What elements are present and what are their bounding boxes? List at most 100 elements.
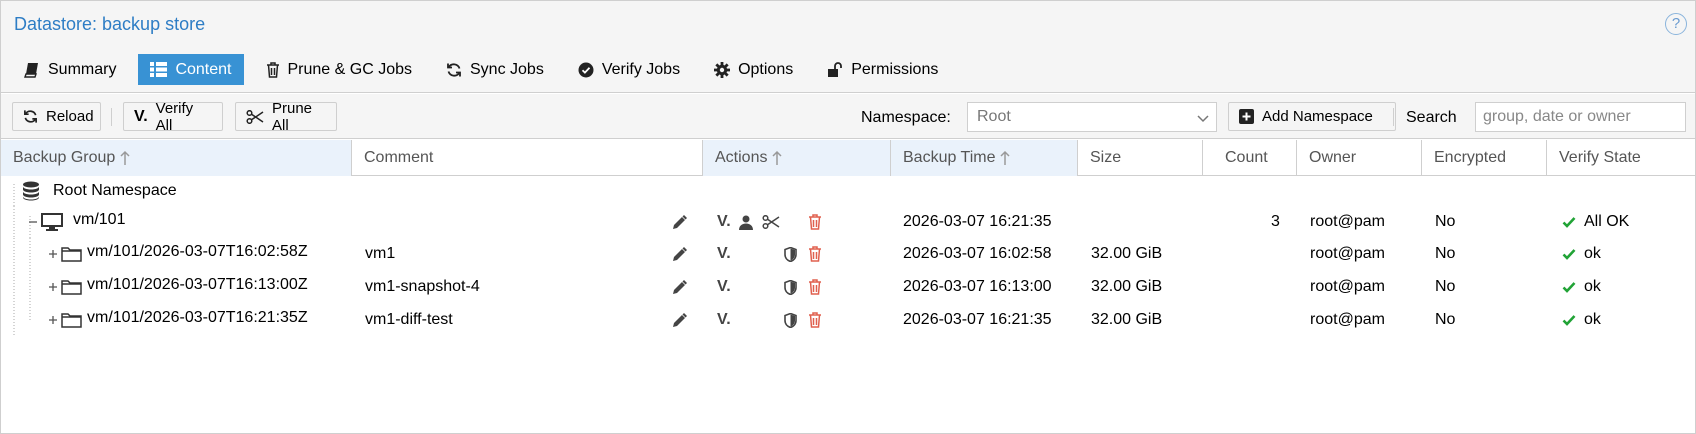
tab-verify-jobs-label: Verify Jobs [601, 60, 681, 78]
grid-icon [150, 62, 168, 77]
sort-arrow-up-icon [1000, 150, 1011, 166]
sort-arrow-up-icon [120, 150, 130, 166]
tab-verify-jobs[interactable]: Verify Jobs [566, 54, 692, 85]
help-icon[interactable]: ? [1665, 13, 1687, 35]
snapshot-encrypted: No [1435, 278, 1456, 295]
snapshot-label: vm/101/2026-03-07T16:21:35Z [87, 309, 308, 326]
toolbar-separator [1393, 108, 1394, 126]
snapshot-label: vm/101/2026-03-07T16:13:00Z [87, 276, 308, 293]
tree-row-snapshot[interactable]: vm/101/2026-03-07T16:13:00Z vm1-snapshot… [1, 271, 1695, 303]
snapshot-size: 32.00 GiB [1091, 311, 1163, 328]
snapshot-comment: vm1-snapshot-4 [365, 278, 480, 295]
group-verify-state-label: All OK [1584, 213, 1630, 230]
edit-pencil-icon[interactable] [672, 304, 687, 336]
chevron-down-icon[interactable] [1196, 111, 1210, 129]
shield-icon[interactable] [784, 304, 797, 336]
folder-icon [61, 238, 82, 270]
verify-icon[interactable]: V. [717, 304, 731, 336]
edit-pencil-icon[interactable] [672, 271, 687, 303]
column-owner-label: Owner [1309, 149, 1357, 166]
tab-permissions-label: Permissions [851, 60, 939, 78]
tab-prune-gc-jobs-label: Prune & GC Jobs [287, 60, 413, 78]
tree-row-snapshot[interactable]: vm/101/2026-03-07T16:02:58Z vm1 V. 2026-… [1, 238, 1695, 270]
verify-all-button[interactable]: V. Verify All [123, 100, 223, 134]
expand-icon[interactable] [47, 304, 59, 336]
sort-arrow-up-icon [772, 150, 782, 166]
unlock-icon [827, 61, 843, 78]
column-actions-label: Actions [715, 149, 768, 166]
add-namespace-button[interactable]: Add Namespace [1228, 102, 1396, 131]
edit-pencil-icon[interactable] [672, 206, 687, 238]
tab-prune-gc-jobs[interactable]: Prune & GC Jobs [254, 54, 425, 85]
tab-permissions[interactable]: Permissions [815, 54, 950, 85]
column-actions[interactable]: Actions [703, 140, 891, 176]
plus-square-icon [1239, 109, 1254, 124]
column-verify-state[interactable]: Verify State [1547, 140, 1696, 176]
delete-trash-icon[interactable] [808, 238, 822, 270]
snapshot-verify-state-label: ok [1584, 245, 1601, 262]
group-count: 3 [1271, 213, 1280, 230]
tree-row-group[interactable]: vm/101 V. 2026-03-07 16:21:35 3 root@pam… [1, 206, 1695, 238]
verify-icon: V. [134, 107, 148, 125]
expand-icon[interactable] [47, 271, 59, 303]
column-encrypted[interactable]: Encrypted [1422, 140, 1547, 176]
delete-trash-icon[interactable] [808, 206, 822, 238]
gear-icon [714, 61, 731, 78]
shield-icon[interactable] [784, 238, 797, 270]
search-label: Search [1406, 109, 1457, 126]
prune-all-button[interactable]: Prune All [235, 99, 337, 134]
reload-label: Reload [46, 108, 94, 125]
edit-pencil-icon[interactable] [672, 238, 687, 270]
namespace-select[interactable]: Root [967, 102, 1217, 132]
column-count[interactable]: Count [1203, 140, 1297, 176]
content-toolbar: Reload V. Verify All Prune All Namespace… [1, 94, 1695, 139]
column-comment[interactable]: Comment [352, 140, 703, 176]
scissors-icon[interactable] [762, 206, 780, 238]
tab-options[interactable]: Options [702, 54, 805, 85]
delete-trash-icon[interactable] [808, 304, 822, 336]
folder-icon [61, 304, 82, 336]
tree-connector [13, 238, 43, 270]
namespace-value: Root [977, 108, 1011, 125]
tab-options-label: Options [738, 60, 794, 78]
delete-trash-icon[interactable] [808, 271, 822, 303]
folder-icon [61, 271, 82, 303]
tab-content[interactable]: Content [138, 54, 244, 85]
snapshot-owner: root@pam [1310, 245, 1385, 262]
toolbar-separator [111, 108, 112, 126]
tree-row-root[interactable]: Root Namespace [1, 176, 1695, 206]
snapshot-encrypted: No [1435, 245, 1456, 262]
prune-all-label: Prune All [272, 99, 313, 134]
expand-icon[interactable] [47, 238, 59, 270]
verify-icon[interactable]: V. [717, 271, 731, 303]
tab-sync-jobs-label: Sync Jobs [470, 60, 544, 78]
monitor-icon [41, 206, 63, 238]
snapshot-comment: vm1 [365, 245, 396, 262]
column-backup-group-label: Backup Group [13, 149, 116, 166]
group-verify-state: All OK [1562, 206, 1629, 238]
verify-icon[interactable]: V. [717, 238, 731, 270]
panel-header: Datastore: backup store ? Summary Conten… [1, 1, 1695, 93]
collapse-icon[interactable] [27, 206, 39, 238]
check-icon [1562, 281, 1576, 293]
tab-sync-jobs[interactable]: Sync Jobs [434, 54, 556, 85]
column-backup-group[interactable]: Backup Group [1, 140, 352, 176]
column-size[interactable]: Size [1078, 140, 1203, 176]
snapshot-backup-time: 2026-03-07 16:02:58 [903, 245, 1052, 262]
database-icon [22, 176, 40, 206]
trash-icon [266, 61, 280, 78]
snapshot-verify-state: ok [1562, 238, 1601, 270]
tree-connector [13, 271, 43, 303]
column-owner[interactable]: Owner [1297, 140, 1422, 176]
user-icon[interactable] [739, 206, 753, 238]
tree-row-snapshot[interactable]: vm/101/2026-03-07T16:21:35Z vm1-diff-tes… [1, 304, 1695, 336]
column-backup-time[interactable]: Backup Time [891, 140, 1078, 176]
verify-icon[interactable]: V. [717, 206, 731, 238]
reload-button[interactable]: Reload [12, 102, 101, 131]
snapshot-verify-state-label: ok [1584, 278, 1601, 295]
search-input[interactable] [1475, 102, 1686, 132]
check-icon [1562, 248, 1576, 260]
snapshot-comment: vm1-diff-test [365, 311, 453, 328]
tab-summary[interactable]: Summary [12, 54, 128, 85]
shield-icon[interactable] [784, 271, 797, 303]
